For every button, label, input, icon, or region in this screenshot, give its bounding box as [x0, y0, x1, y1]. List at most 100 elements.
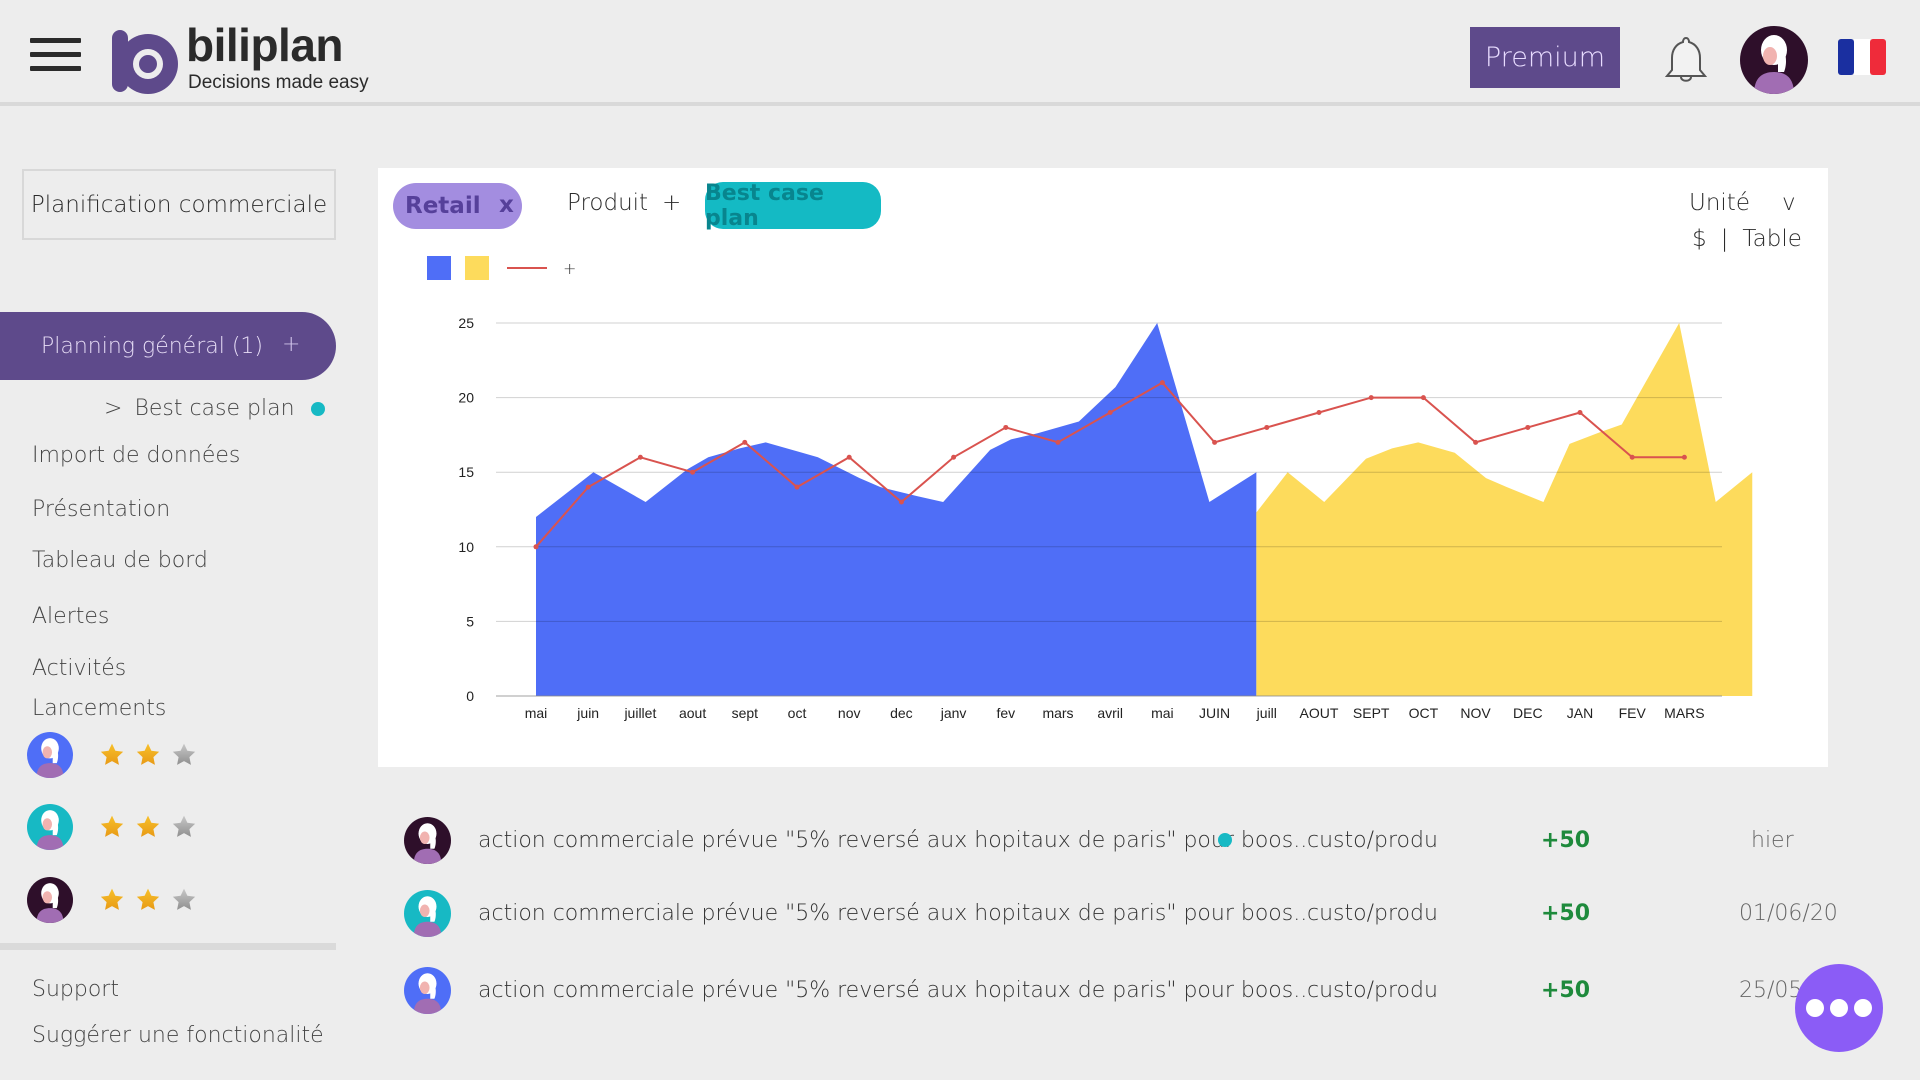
line-point	[846, 454, 852, 460]
line-point	[637, 454, 643, 460]
sidebar-item-dashboard[interactable]: Tableau de bord	[32, 548, 208, 573]
x-tick-label: dec	[890, 705, 913, 721]
activity-row[interactable]: action commerciale prévue "5% reversé au…	[404, 815, 1904, 865]
line-point	[585, 484, 591, 490]
french-flag-icon[interactable]	[1838, 39, 1886, 75]
more-actions-button[interactable]	[1795, 964, 1883, 1052]
line-point	[1055, 439, 1061, 445]
unit-separator: |	[1720, 226, 1729, 252]
y-tick-label: 15	[458, 464, 474, 480]
line-point	[1107, 410, 1113, 416]
legend-line-trend[interactable]	[507, 267, 547, 269]
add-dimension-button[interactable]: +	[662, 190, 681, 216]
sidebar-item-planning-general[interactable]: Planning général (1) +	[0, 312, 336, 380]
area-series-forecast	[1256, 323, 1753, 696]
x-tick-label: DEC	[1513, 705, 1543, 721]
star-empty-icon[interactable]	[171, 742, 197, 768]
chart-panel: 0 5 10 15 20 25 mai juin juillet aout sept oct nov de…	[378, 168, 1828, 767]
sidebar-divider	[0, 943, 336, 950]
star-filled-icon[interactable]	[99, 742, 125, 768]
line-point	[1681, 454, 1687, 460]
x-tick-label: AOUT	[1300, 705, 1339, 721]
activity-text[interactable]: action commerciale prévue "5% reversé au…	[478, 828, 1307, 853]
add-series-button[interactable]: +	[563, 259, 576, 278]
y-tick-label: 10	[458, 539, 474, 555]
activity-date: 01/06/20	[1739, 900, 1838, 926]
star-filled-icon[interactable]	[99, 887, 125, 913]
x-tick-label: JUIN	[1199, 705, 1230, 721]
x-tick-label: avril	[1097, 705, 1123, 721]
activity-category: custo/produ	[1307, 900, 1438, 926]
chevron-down-icon[interactable]: v	[1782, 190, 1796, 216]
launch-item[interactable]	[27, 732, 197, 778]
star-filled-icon[interactable]	[135, 887, 161, 913]
activity-score: +50	[1541, 977, 1591, 1003]
legend-swatch-actual[interactable]	[427, 256, 451, 280]
activity-score: +50	[1541, 827, 1591, 853]
add-plan-button[interactable]: +	[282, 332, 300, 357]
sidebar-item-presentation[interactable]: Présentation	[32, 497, 170, 522]
sidebar-item-import[interactable]: Import de données	[32, 443, 240, 468]
x-tick-label: SEPT	[1353, 705, 1390, 721]
line-point	[1629, 454, 1635, 460]
star-rating[interactable]	[99, 742, 197, 768]
legend-swatch-forecast[interactable]	[465, 256, 489, 280]
line-point	[690, 469, 696, 475]
star-filled-icon[interactable]	[99, 814, 125, 840]
activity-text[interactable]: action commerciale prévue "5% reversé au…	[478, 978, 1307, 1003]
line-point	[794, 484, 800, 490]
user-avatar[interactable]	[1740, 26, 1808, 94]
plan-label: Planning général (1)	[41, 333, 264, 359]
star-empty-icon[interactable]	[171, 887, 197, 913]
unit-dropdown[interactable]: Unité	[1689, 190, 1750, 216]
line-point	[1525, 424, 1531, 430]
brand-tagline: Decisions made easy	[188, 72, 369, 93]
sidebar-item-suggest-feature[interactable]: Suggérer une fonctionalité	[32, 1023, 324, 1048]
x-tick-label: JAN	[1567, 705, 1593, 721]
scenario-chip-best-case[interactable]: Best case plan	[705, 181, 881, 231]
activity-row[interactable]: action commerciale prévue "5% reversé au…	[404, 965, 1904, 1015]
unit-view-row: $ | Table	[1692, 226, 1802, 252]
y-tick-label: 25	[458, 315, 474, 331]
sidebar-item-launches[interactable]: Lancements	[32, 696, 166, 721]
more-dot	[1854, 999, 1872, 1017]
sidebar-item-best-case-plan[interactable]: > Best case plan	[104, 396, 325, 421]
view-table-toggle[interactable]: Table	[1742, 226, 1801, 252]
line-point	[1473, 439, 1479, 445]
filter-chip-retail[interactable]: Retail x	[393, 183, 522, 229]
avatar	[404, 816, 451, 864]
star-filled-icon[interactable]	[135, 742, 161, 768]
premium-button[interactable]: Premium	[1470, 27, 1620, 88]
unit-currency[interactable]: $	[1692, 226, 1707, 252]
avatar	[27, 732, 73, 778]
x-tick-label: fev	[996, 705, 1015, 721]
x-tick-label: MARS	[1664, 705, 1704, 721]
x-tick-label: juill	[1256, 705, 1277, 721]
y-tick-label: 0	[466, 688, 474, 704]
launch-item[interactable]	[27, 877, 197, 923]
launch-item[interactable]	[27, 804, 197, 850]
star-rating[interactable]	[99, 887, 197, 913]
activity-category: custo/produ	[1307, 827, 1438, 853]
activity-text[interactable]: action commerciale prévue "5% reversé au…	[478, 901, 1307, 926]
bell-icon[interactable]	[1664, 34, 1708, 86]
sidebar-item-alerts[interactable]: Alertes	[32, 604, 109, 629]
y-tick-label: 5	[466, 613, 474, 629]
sidebar-item-activities[interactable]: Activités	[32, 656, 126, 681]
star-empty-icon[interactable]	[171, 814, 197, 840]
sidebar-item-support[interactable]: Support	[32, 977, 119, 1002]
area-series-actual	[536, 323, 1257, 696]
x-tick-label: mars	[1042, 705, 1073, 721]
dimension-produit[interactable]: Produit	[567, 190, 648, 216]
star-rating[interactable]	[99, 814, 197, 840]
project-selector[interactable]: Planification commerciale	[22, 169, 336, 240]
line-point	[951, 454, 957, 460]
hamburger-menu-icon[interactable]	[30, 38, 81, 74]
line-point	[1212, 439, 1218, 445]
x-tick-label: sept	[732, 705, 759, 721]
x-tick-label: mai	[1151, 705, 1174, 721]
activity-row[interactable]: action commerciale prévue "5% reversé au…	[404, 888, 1904, 938]
remove-filter-icon[interactable]: x	[499, 192, 514, 218]
star-filled-icon[interactable]	[135, 814, 161, 840]
activity-score: +50	[1541, 900, 1591, 926]
